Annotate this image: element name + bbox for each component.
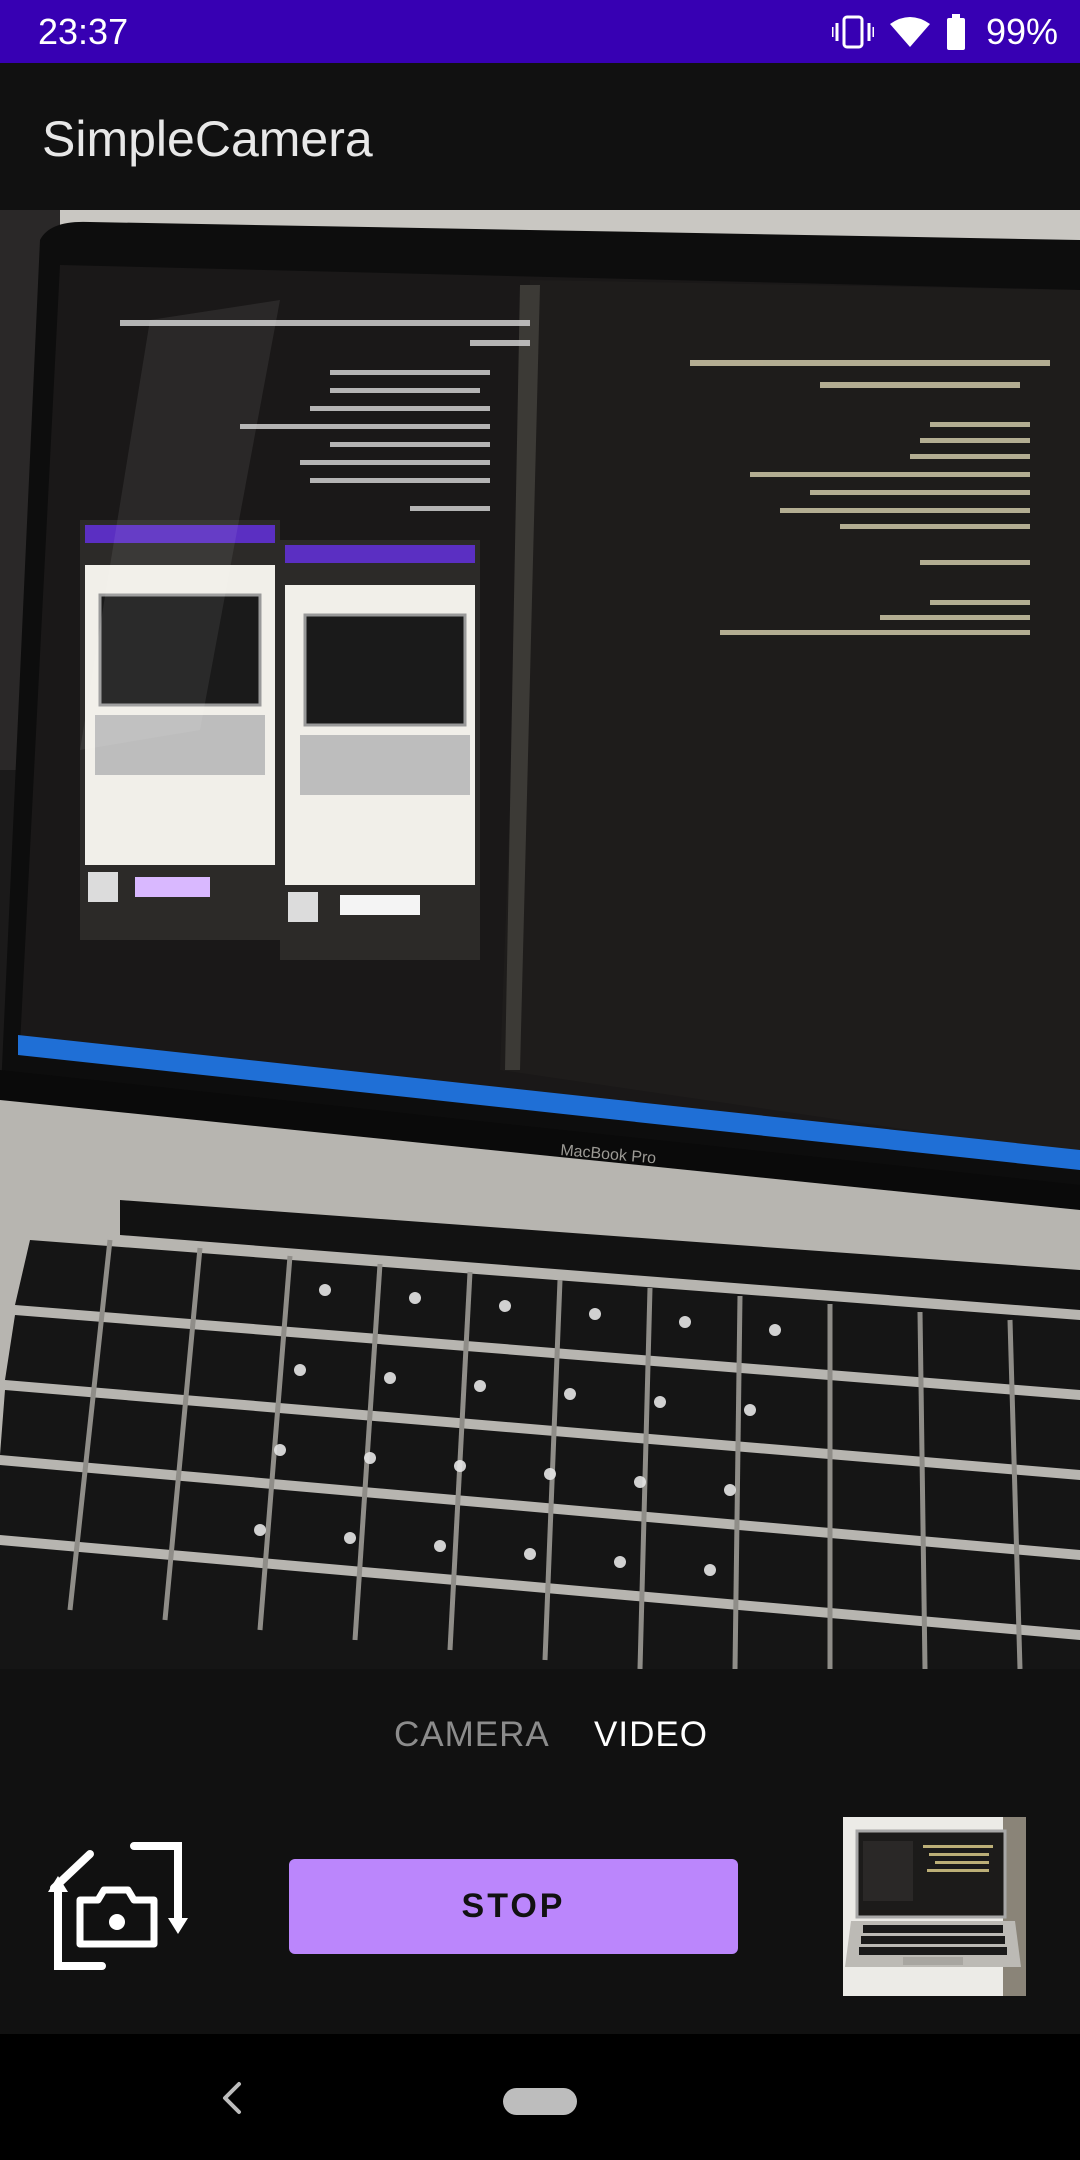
wifi-icon (889, 17, 930, 47)
stop-button[interactable]: STOP (289, 1859, 738, 1954)
status-time: 23:37 (38, 11, 129, 52)
viewfinder-image: MacBook Pro (0, 210, 1080, 1669)
battery-percent: 99% (985, 11, 1058, 52)
vibrate-icon (831, 15, 874, 49)
tab-video[interactable]: VIDEO (594, 1700, 708, 1770)
app-title: SimpleCamera (42, 111, 373, 167)
mode-tabs: CAMERA VIDEO (0, 1700, 1080, 1770)
home-pill[interactable] (503, 2088, 577, 2115)
switch-camera-button[interactable] (48, 1838, 190, 1980)
app-bar: SimpleCamera (0, 63, 1080, 210)
switch-camera-icon (48, 1842, 188, 1970)
camera-viewfinder[interactable]: MacBook Pro (0, 210, 1080, 1669)
back-icon[interactable] (212, 2078, 252, 2118)
thumbnail-image (843, 1817, 1026, 1996)
battery-icon (946, 14, 965, 50)
status-icons: 99% (831, 10, 1058, 54)
tab-camera[interactable]: CAMERA (394, 1700, 550, 1770)
status-bar: 23:37 99% (0, 0, 1080, 63)
last-capture-thumbnail[interactable] (843, 1817, 1026, 1996)
